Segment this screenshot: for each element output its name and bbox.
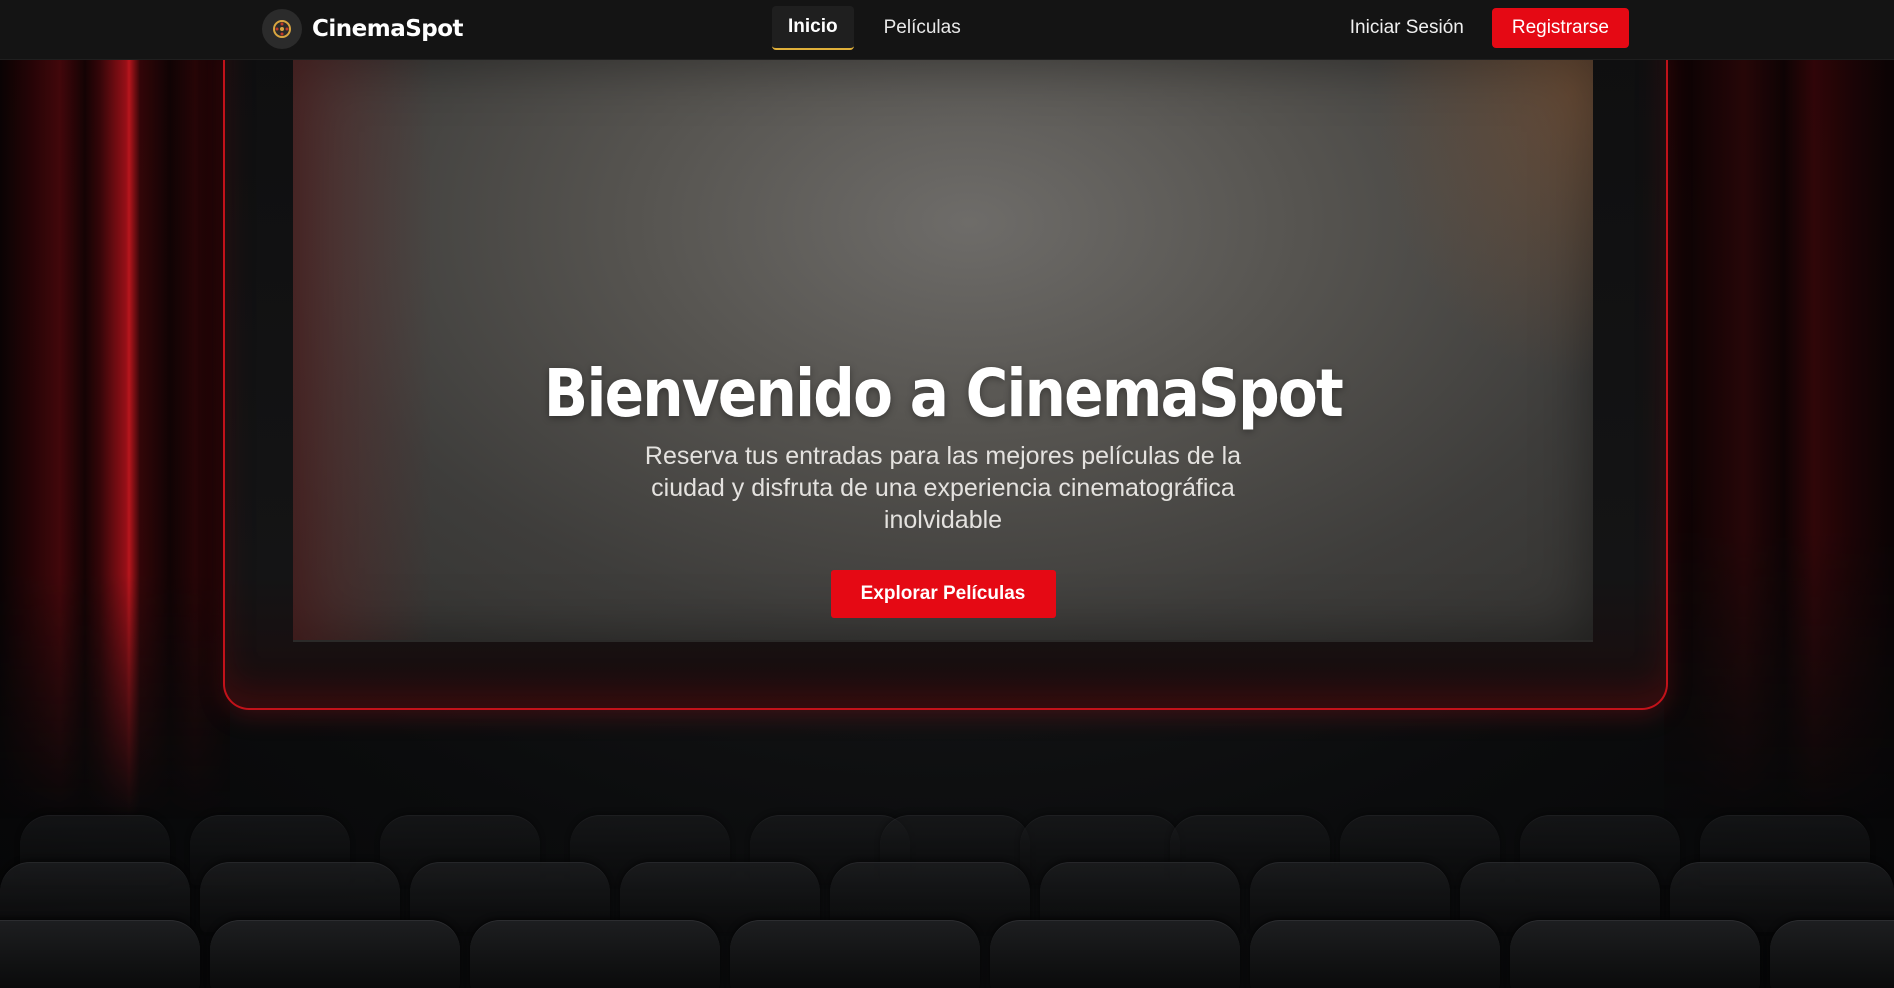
seat xyxy=(1770,920,1894,988)
explore-movies-button[interactable]: Explorar Películas xyxy=(830,570,1056,618)
login-link[interactable]: Iniciar Sesión xyxy=(1350,17,1464,39)
brand-name: CinemaSpot xyxy=(312,16,464,42)
nav-link-peliculas[interactable]: Películas xyxy=(868,6,977,50)
hero-subtitle: Reserva tus entradas para las mejores pe… xyxy=(644,442,1242,534)
seat xyxy=(1250,920,1500,988)
page: CinemaSpot Inicio Películas Iniciar Sesi… xyxy=(0,0,1894,988)
seat xyxy=(470,920,720,988)
film-reel-icon xyxy=(262,9,302,49)
register-button[interactable]: Registrarse xyxy=(1491,8,1629,48)
theater-seats xyxy=(0,800,1894,988)
nav-link-inicio[interactable]: Inicio xyxy=(772,6,854,50)
top-navbar: CinemaSpot Inicio Películas Iniciar Sesi… xyxy=(0,0,1894,60)
seat xyxy=(210,920,460,988)
seat xyxy=(0,920,200,988)
auth-actions: Iniciar Sesión Registrarse xyxy=(1350,8,1629,48)
brand[interactable]: CinemaSpot xyxy=(262,8,464,50)
curtain-left xyxy=(0,0,230,820)
seat xyxy=(1510,920,1760,988)
seat xyxy=(730,920,980,988)
hero: Bienvenido a CinemaSpot Reserva tus entr… xyxy=(293,355,1593,618)
curtain-right xyxy=(1664,0,1894,820)
hero-title: Bienvenido a CinemaSpot xyxy=(543,355,1344,432)
nav-links: Inicio Películas xyxy=(772,6,977,50)
seat xyxy=(990,920,1240,988)
